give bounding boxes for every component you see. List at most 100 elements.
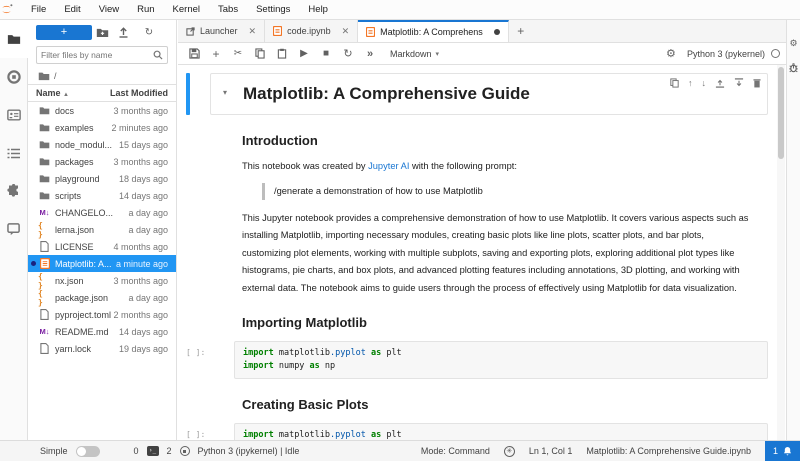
menu-file[interactable]: File [22,0,55,19]
move-up-icon[interactable]: ↑ [688,78,693,88]
close-icon[interactable]: ✕ [249,26,257,37]
file-filter-box[interactable] [36,46,168,64]
scrollbar-thumb[interactable] [778,67,784,159]
tab-code-ipynb[interactable]: code.ipynb ✕ [265,20,359,42]
file-row[interactable]: node_modul... 15 days ago [28,136,176,153]
breadcrumb-root[interactable]: / [54,71,57,81]
accessibility-icon[interactable]: ✳ [503,445,515,457]
run-cell-icon[interactable]: ▶ [294,45,314,63]
simple-mode-label: Simple [40,446,68,456]
menu-edit[interactable]: Edit [55,0,89,19]
menu-settings[interactable]: Settings [247,0,299,19]
chat-icon[interactable] [0,210,28,248]
terminals-count[interactable]: 0 [134,446,139,456]
file-filter-input[interactable] [41,50,153,60]
insert-cell-icon[interactable]: + [206,45,226,63]
jupyter-ai-link[interactable]: Jupyter AI [368,161,409,171]
file-name: LICENSE [55,241,94,252]
table-of-contents-icon[interactable] [0,134,28,172]
menu-kernel[interactable]: Kernel [164,0,209,19]
notebook-file-icon [38,258,51,269]
file-modified-time: a day ago [128,224,168,235]
menu-tabs[interactable]: Tabs [209,0,247,19]
property-inspector-icon[interactable]: ⚙ [789,38,797,49]
menu-run[interactable]: Run [128,0,163,19]
notebook-content: ▾ Matplotlib: A Comprehensive Guide ↑ ↓ [178,65,786,440]
move-down-icon[interactable]: ↓ [702,78,707,88]
file-row[interactable]: playground 18 days ago [28,170,176,187]
column-last-modified[interactable]: Last Modified [110,88,168,98]
file-row[interactable]: yarn.lock 19 days ago [28,340,176,357]
unsaved-dot[interactable] [493,29,500,35]
file-row[interactable]: examples 2 minutes ago [28,119,176,136]
tab-launcher[interactable]: Launcher ✕ [178,20,266,42]
file-row[interactable]: { } lerna.json a day ago [28,221,176,239]
file-row[interactable]: pyproject.toml 2 months ago [28,306,176,323]
file-modified-time: 14 days ago [118,326,168,337]
cell-collapser-icon[interactable]: ▾ [223,88,227,97]
kernel-status-text[interactable]: Python 3 (ipykernel) | Idle [198,446,300,456]
toolbar-overflow-icon[interactable]: ⚙ [661,45,681,63]
md-file-icon: M↓ [39,208,50,217]
new-launcher-button[interactable]: + [36,25,92,40]
simple-mode-toggle[interactable] [75,445,100,457]
column-name[interactable]: Name ▲ [36,88,110,98]
code-editor[interactable]: import matplotlib.pyplot as pltimport nu… [234,341,768,379]
file-modified-time: 3 months ago [113,275,168,286]
new-folder-icon[interactable] [96,27,114,38]
cut-cells-icon[interactable]: ✂ [228,45,248,63]
running-kernels-icon[interactable] [0,58,28,96]
breadcrumb[interactable]: / [28,68,176,84]
code-cell-imports-1[interactable]: [ ]: import matplotlib.pyplot as plt impo… [186,341,772,379]
interrupt-kernel-icon[interactable]: ■ [316,45,336,63]
delete-cell-icon[interactable] [753,78,761,88]
tab-matplotlib-a-comprehens[interactable]: Matplotlib: A Comprehens [358,20,509,42]
file-row[interactable]: M↓ README.md 14 days ago [28,323,176,340]
extension-manager-icon[interactable] [0,172,28,210]
restart-run-all-icon[interactable]: » [360,45,380,63]
file-row[interactable]: packages 3 months ago [28,153,176,170]
file-name: yarn.lock [55,343,92,354]
paste-cells-icon[interactable] [272,45,292,63]
refresh-icon[interactable]: ↻ [140,27,158,38]
notebook-scrollbar[interactable] [777,65,785,440]
notebook-icon [366,27,376,37]
cell-type-dropdown[interactable]: Markdown ▾ [382,49,447,59]
card-panel-icon[interactable] [0,96,28,134]
folder-file-icon [38,157,51,166]
debugger-icon[interactable] [789,63,798,73]
markdown-cell-title[interactable]: ▾ Matplotlib: A Comprehensive Guide ↑ ↓ [186,73,772,115]
menu-view[interactable]: View [90,0,128,19]
file-browser-icon[interactable] [0,20,28,58]
kernel-status-icon[interactable] [771,49,780,58]
launcher-icon [186,26,195,36]
notifications-badge[interactable]: 1 [764,441,800,461]
file-row[interactable]: { } nx.json 3 months ago [28,272,176,290]
command-mode-indicator[interactable]: Mode: Command [421,446,490,456]
code-cell-imports-2[interactable]: [ ]: import matplotlib.pyplot as pltimpo… [186,423,772,440]
file-row[interactable]: scripts 14 days ago [28,187,176,204]
menu-help[interactable]: Help [299,0,337,19]
file-row[interactable]: { } package.json a day ago [28,289,176,307]
file-row[interactable]: M↓ CHANGELO... a day ago [28,204,176,221]
file-row[interactable]: LICENSE 4 months ago [28,238,176,255]
save-icon[interactable] [184,45,204,63]
restart-kernel-icon[interactable]: ↻ [338,45,358,63]
cursor-position[interactable]: Ln 1, Col 1 [529,446,573,456]
duplicate-cell-icon[interactable] [670,78,679,88]
copy-cells-icon[interactable] [250,45,270,63]
close-icon[interactable]: ✕ [342,26,350,37]
notebook-toolbar: + ✂ ▶ ■ ↻ » Markdown ▾ ⚙ Python 3 (pyker… [178,43,786,65]
new-tab-button[interactable]: + [509,20,533,42]
file-row[interactable]: docs 3 months ago [28,102,176,119]
code-editor[interactable]: import matplotlib.pyplot as pltimport nu… [234,423,768,440]
insert-above-icon[interactable] [715,78,725,88]
file-row[interactable]: Matplotlib: A... a minute ago [28,255,176,272]
insert-below-icon[interactable] [734,78,744,88]
importing-heading: Importing Matplotlib [242,315,367,330]
kernel-name[interactable]: Python 3 (pykernel) [687,49,765,59]
upload-icon[interactable] [118,27,136,38]
file-list-header: Name ▲ Last Modified [28,84,176,102]
kernels-count[interactable]: 2 [167,446,172,456]
file-modified-time: 4 months ago [113,241,168,252]
